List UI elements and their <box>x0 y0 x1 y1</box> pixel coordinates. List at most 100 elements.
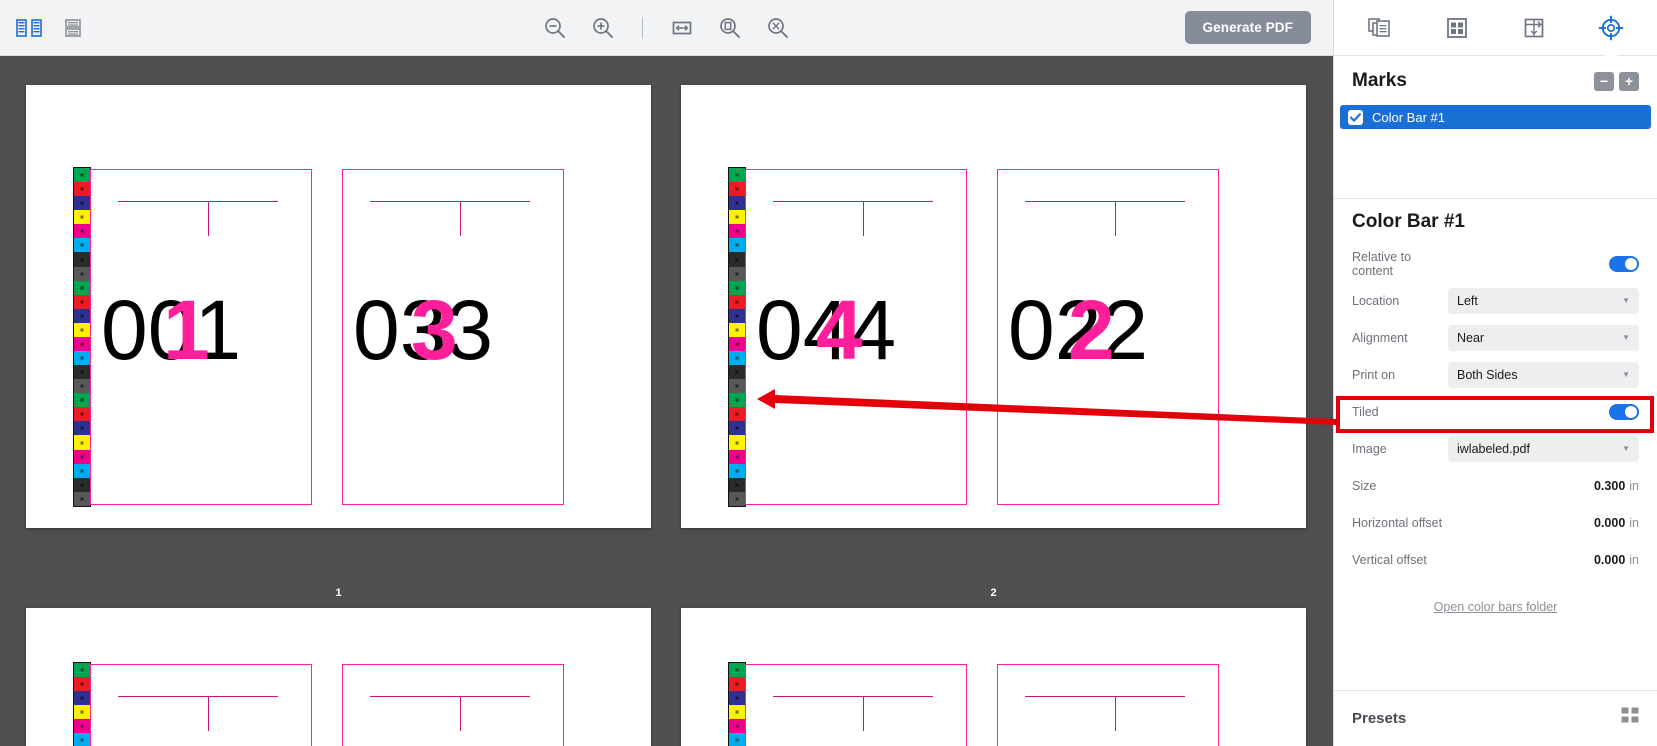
property-label: Vertical offset <box>1352 552 1427 567</box>
property-row-image: Image iwlabeled.pdf ▼ <box>1352 430 1639 467</box>
registration-mark-horizontal <box>118 696 278 697</box>
registration-mark-horizontal <box>118 201 278 202</box>
property-row-alignment: Alignment Near ▼ <box>1352 319 1639 356</box>
horizontal-offset-unit: in <box>1629 515 1639 530</box>
property-label: Tiled <box>1352 404 1379 419</box>
zoom-out-icon[interactable] <box>540 13 570 43</box>
property-label: Relative to content <box>1352 249 1412 278</box>
imposed-page-cell[interactable] <box>342 664 564 746</box>
chevron-down-icon: ▼ <box>1622 333 1630 342</box>
page-folio: 001 1 <box>101 283 242 377</box>
tiled-toggle[interactable] <box>1609 403 1639 420</box>
imposed-page-cell[interactable] <box>90 664 312 746</box>
toolbar-right-group: Generate PDF <box>1184 11 1333 44</box>
registration-mark-vertical <box>460 696 461 731</box>
presets-section: Presets <box>1334 690 1657 746</box>
page-folio: 044 4 <box>756 283 897 377</box>
tab-pages[interactable] <box>1358 8 1402 48</box>
registration-mark-vertical <box>208 201 209 236</box>
two-page-spread-icon[interactable] <box>14 13 44 43</box>
mark-properties: Color Bar #1 Relative to content Locatio… <box>1334 199 1657 614</box>
main-area: Generate PDF 001 1 033 3 1 044 4 022 2 2 <box>0 0 1333 746</box>
relative-to-content-toggle[interactable] <box>1609 255 1639 272</box>
property-row-relative-to-content: Relative to content <box>1352 245 1639 282</box>
top-toolbar: Generate PDF <box>0 0 1333 56</box>
application-window: Generate PDF 001 1 033 3 1 044 4 022 2 2… <box>0 0 1657 746</box>
fit-page-icon[interactable] <box>715 13 745 43</box>
marks-buttons: − + <box>1594 71 1639 91</box>
registration-mark-vertical <box>863 201 864 236</box>
color-bar-strip <box>73 167 91 507</box>
zoom-in-icon[interactable] <box>588 13 618 43</box>
single-page-icon[interactable] <box>58 13 88 43</box>
color-bar-strip <box>728 167 746 507</box>
print-on-select[interactable]: Both Sides ▼ <box>1448 361 1639 388</box>
imposed-page-cell[interactable]: 033 3 <box>342 169 564 505</box>
image-select[interactable]: iwlabeled.pdf ▼ <box>1448 435 1639 462</box>
registration-mark-vertical <box>863 696 864 731</box>
property-label: Location <box>1352 293 1400 308</box>
property-label: Alignment <box>1352 330 1408 345</box>
vertical-offset-value[interactable]: 0.000 <box>1594 553 1625 567</box>
property-row-print-on: Print on Both Sides ▼ <box>1352 356 1639 393</box>
fit-all-icon[interactable] <box>763 13 793 43</box>
property-label: Horizontal offset <box>1352 515 1443 530</box>
toolbar-left-group <box>0 13 88 43</box>
presets-grid-icon[interactable] <box>1621 707 1639 730</box>
imposition-canvas[interactable]: 001 1 033 3 1 044 4 022 2 2 <box>0 56 1333 746</box>
registration-mark-horizontal <box>1025 696 1185 697</box>
property-row-horizontal-offset: Horizontal offset 0.000 in <box>1352 504 1639 541</box>
open-color-bars-folder-link[interactable]: Open color bars folder <box>1352 600 1639 614</box>
sheet-2[interactable]: 044 4 022 2 <box>681 85 1306 528</box>
location-value: Left <box>1457 293 1478 308</box>
alignment-value: Near <box>1457 330 1485 345</box>
sheet-1[interactable]: 001 1 033 3 <box>26 85 651 528</box>
imposed-page-cell[interactable] <box>997 664 1219 746</box>
property-row-size: Size 0.300 in <box>1352 467 1639 504</box>
tab-marks[interactable] <box>1589 8 1633 48</box>
page-folio: 022 2 <box>1008 283 1149 377</box>
tab-imposition[interactable] <box>1512 8 1556 48</box>
color-bar-strip <box>728 662 746 746</box>
sheet-number-label: 1 <box>335 587 342 599</box>
alignment-select[interactable]: Near ▼ <box>1448 324 1639 351</box>
registration-mark-horizontal <box>370 201 530 202</box>
registration-mark-vertical <box>460 201 461 236</box>
marks-list: Color Bar #1 <box>1334 102 1657 188</box>
property-title: Color Bar #1 <box>1352 211 1465 232</box>
mark-checkbox[interactable] <box>1348 109 1363 125</box>
registration-mark-horizontal <box>370 696 530 697</box>
sheet-number-label: 2 <box>990 587 997 599</box>
sheet-4[interactable] <box>681 608 1306 746</box>
registration-mark-vertical <box>1115 201 1116 236</box>
location-select[interactable]: Left ▼ <box>1448 287 1639 314</box>
registration-mark-horizontal <box>773 696 933 697</box>
color-bar-strip <box>73 662 91 746</box>
imposed-page-cell[interactable]: 022 2 <box>997 169 1219 505</box>
sheet-3[interactable] <box>26 608 651 746</box>
print-on-value: Both Sides <box>1457 367 1518 382</box>
horizontal-offset-value[interactable]: 0.000 <box>1594 516 1625 530</box>
marks-header: Marks − + <box>1334 56 1657 102</box>
list-item[interactable]: Color Bar #1 <box>1340 105 1651 129</box>
add-mark-button[interactable]: + <box>1619 71 1639 91</box>
chevron-down-icon: ▼ <box>1622 444 1630 453</box>
property-label: Print on <box>1352 367 1396 382</box>
size-value[interactable]: 0.300 <box>1594 479 1625 493</box>
registration-mark-vertical <box>1115 696 1116 731</box>
generate-pdf-button[interactable]: Generate PDF <box>1184 11 1311 44</box>
imposed-page-cell[interactable] <box>745 664 967 746</box>
imposed-page-cell[interactable]: 044 4 <box>745 169 967 505</box>
fit-width-icon[interactable] <box>667 13 697 43</box>
page-folio: 033 3 <box>353 283 494 377</box>
toolbar-zoom-group <box>0 13 1333 43</box>
remove-mark-button[interactable]: − <box>1594 71 1614 91</box>
registration-mark-horizontal <box>1025 201 1185 202</box>
property-row-tiled: Tiled <box>1352 393 1639 430</box>
imposed-page-cell[interactable]: 001 1 <box>90 169 312 505</box>
tab-sheets[interactable] <box>1435 8 1479 48</box>
property-label: Image <box>1352 441 1387 456</box>
property-row-vertical-offset: Vertical offset 0.000 in <box>1352 541 1639 578</box>
property-label: Size <box>1352 478 1377 493</box>
image-value: iwlabeled.pdf <box>1457 441 1530 456</box>
